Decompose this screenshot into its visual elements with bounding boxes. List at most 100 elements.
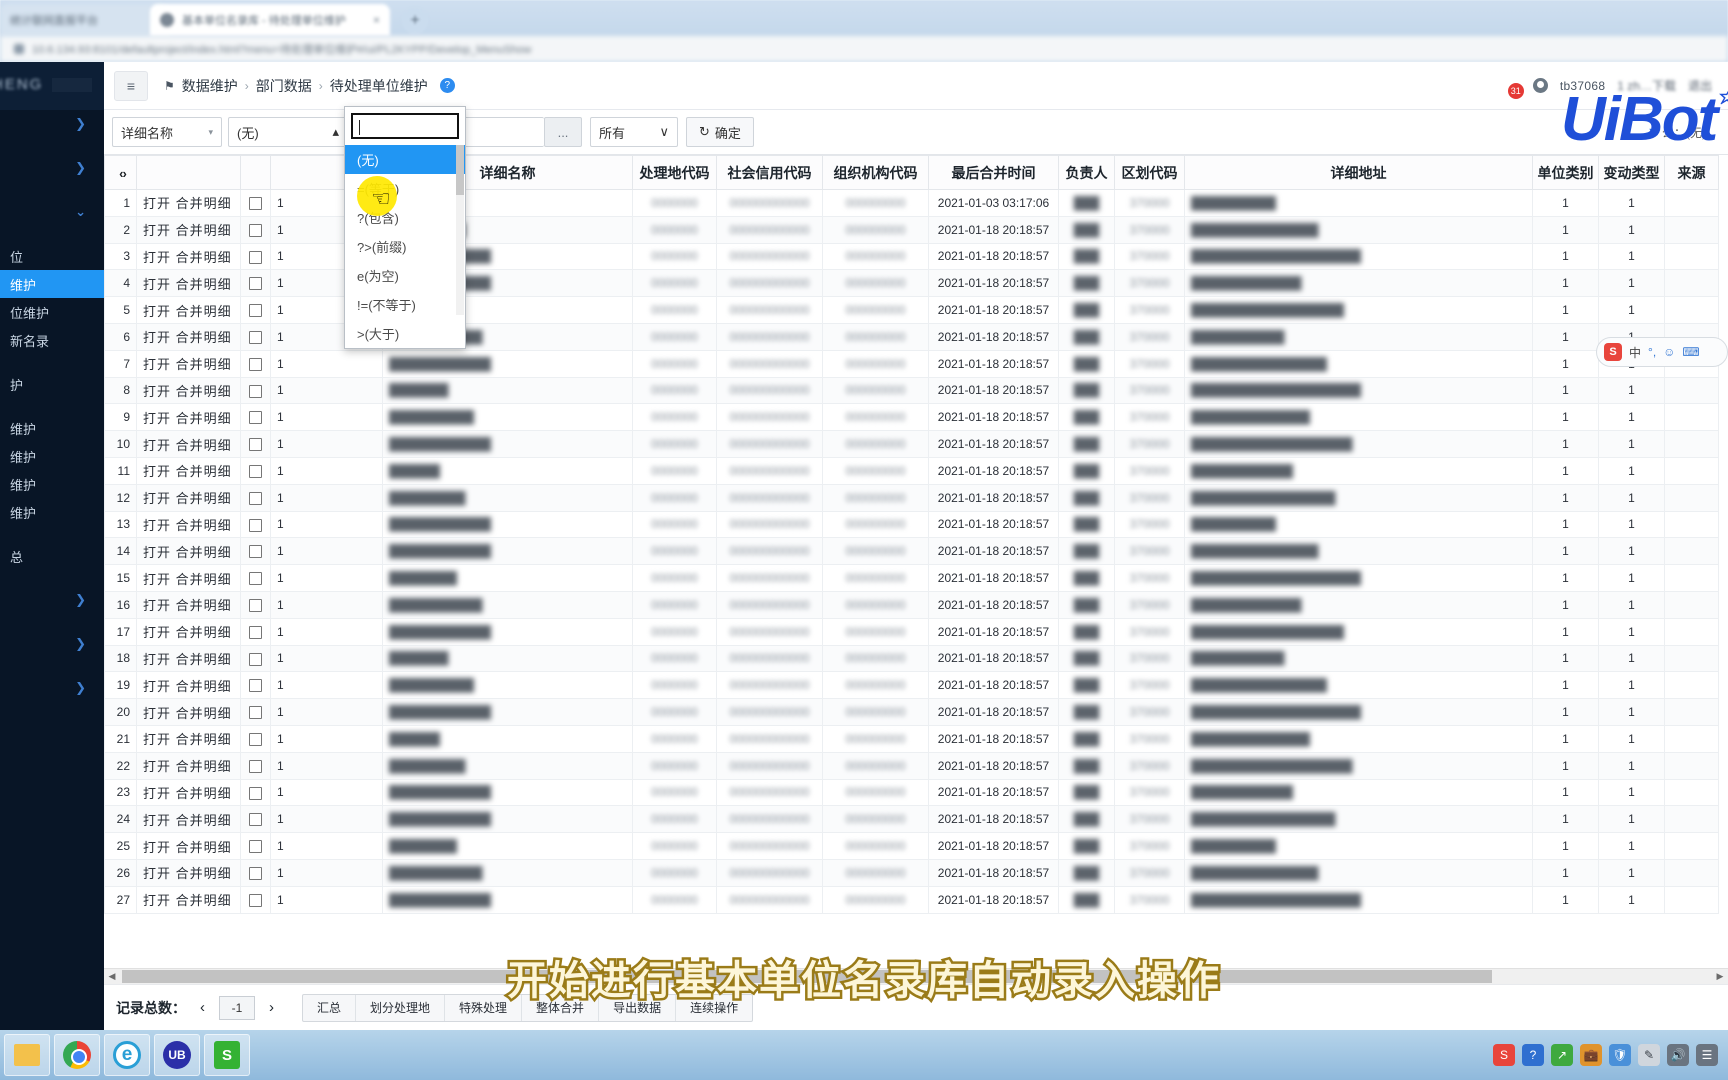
cell-checkbox[interactable] [240, 403, 271, 432]
open-link[interactable]: 打开 [143, 840, 171, 855]
tray-note-icon[interactable]: ✎ [1638, 1044, 1660, 1066]
open-link[interactable]: 打开 [143, 250, 171, 265]
open-link[interactable]: 打开 [143, 545, 171, 560]
table-row[interactable]: 22 打开 合并明细 1 █████████ 0000000 000000000000 00… [104, 751, 1719, 780]
cell-checkbox[interactable] [240, 858, 271, 887]
open-link[interactable]: 打开 [143, 866, 171, 881]
open-link[interactable]: 打开 [143, 813, 171, 828]
dropdown-option[interactable]: e(为空) [345, 261, 465, 290]
cell-checkbox[interactable] [240, 537, 271, 566]
taskbar-uibot[interactable]: UB [154, 1034, 200, 1076]
row-checkbox[interactable] [249, 465, 262, 479]
cell-checkbox[interactable] [240, 269, 271, 298]
browser-tab-2-close-icon[interactable]: × [373, 13, 380, 27]
row-checkbox[interactable] [249, 438, 262, 452]
scope-select[interactable]: 所有 ∨ [590, 117, 678, 147]
col-unit-type[interactable]: 单位类别 [1532, 155, 1599, 190]
dropdown-option[interactable]: !=(不等于) [345, 290, 465, 319]
row-checkbox[interactable] [249, 545, 262, 559]
cell-checkbox[interactable] [240, 510, 271, 539]
table-row[interactable]: 8 打开 合并明细 1 ███████ 0000000 000000000000 00000… [104, 376, 1719, 405]
sidebar-item-maintenance[interactable]: 维护 [0, 270, 104, 298]
grid-nav-arrows[interactable]: ‹› [115, 166, 127, 181]
taskbar-file-explorer[interactable] [4, 1034, 50, 1076]
sidebar-item-maint-3[interactable]: 维护 [0, 470, 104, 498]
sogou-ime-toolbar[interactable]: S 中 °, ☺ ⌨ [1596, 337, 1728, 367]
merge-detail-link[interactable]: 合并明细 [176, 652, 232, 667]
merge-detail-link[interactable]: 合并明细 [176, 706, 232, 721]
open-link[interactable]: 打开 [143, 384, 171, 399]
merge-detail-link[interactable]: 合并明细 [176, 223, 232, 238]
sidebar-item-unit[interactable]: 位 [0, 242, 104, 270]
sidebar-group-1[interactable]: ❯ [0, 110, 104, 138]
breadcrumb-item-2[interactable]: 待处理单位维护 [330, 76, 428, 96]
col-source[interactable]: 来源 [1664, 155, 1719, 190]
field-select[interactable]: 详细名称 ▾ [112, 117, 222, 147]
help-icon[interactable]: ? [439, 78, 455, 93]
cell-checkbox[interactable] [240, 564, 271, 592]
row-checkbox[interactable] [249, 759, 262, 773]
col-owner[interactable]: 负责人 [1058, 155, 1115, 190]
sidebar-item-summary[interactable]: 总 [0, 542, 104, 570]
merge-detail-link[interactable]: 合并明细 [176, 330, 232, 345]
cell-checkbox[interactable] [240, 430, 271, 458]
merge-detail-link[interactable]: 合并明细 [176, 866, 232, 881]
row-checkbox[interactable] [249, 866, 262, 880]
merge-detail-link[interactable]: 合并明细 [176, 572, 232, 587]
open-link[interactable]: 打开 [143, 277, 171, 292]
merge-detail-link[interactable]: 合并明细 [176, 411, 232, 426]
sidebar-item-maint-4[interactable]: 维护 [0, 498, 104, 526]
dropdown-filter-input[interactable] [351, 113, 459, 139]
row-checkbox[interactable] [249, 304, 262, 318]
table-row[interactable]: 23 打开 合并明细 1 ████████████ 0000000 00000000000… [104, 778, 1719, 807]
sidebar-group-3[interactable]: ⌄ [0, 198, 104, 226]
merge-detail-link[interactable]: 合并明细 [176, 518, 232, 533]
col-region-code[interactable]: 区划代码 [1114, 155, 1185, 190]
cell-checkbox[interactable] [240, 778, 271, 807]
cell-checkbox[interactable] [240, 644, 271, 673]
col-org-code[interactable]: 组织机构代码 [822, 155, 929, 190]
row-checkbox[interactable] [249, 197, 262, 211]
row-checkbox[interactable] [249, 733, 262, 746]
table-row[interactable]: 18 打开 合并明细 1 ███████ 0000000 000000000000 0000… [104, 644, 1719, 673]
cell-checkbox[interactable] [240, 805, 271, 834]
tray-sogou-icon[interactable]: S [1493, 1044, 1515, 1066]
open-link[interactable]: 打开 [143, 196, 171, 211]
open-link[interactable]: 打开 [143, 598, 171, 613]
open-link[interactable]: 打开 [143, 491, 171, 506]
merge-detail-link[interactable]: 合并明细 [176, 679, 232, 694]
row-checkbox[interactable] [249, 840, 262, 854]
breadcrumb-item-0[interactable]: 数据维护 [182, 76, 238, 96]
tray-help-icon[interactable]: ? [1522, 1044, 1544, 1066]
mail-icon[interactable]: 31 [1501, 77, 1524, 99]
cell-checkbox[interactable] [240, 751, 271, 780]
merge-detail-link[interactable]: 合并明细 [176, 464, 232, 479]
cell-checkbox[interactable] [240, 483, 271, 512]
table-row[interactable]: 17 打开 合并明细 1 ████████████ 0000000 00000000000… [104, 617, 1719, 646]
hamburger-menu-icon[interactable]: ≡ [114, 70, 148, 101]
table-row[interactable]: 24 打开 合并明细 1 ████████████ 0000000 00000000000… [104, 805, 1719, 834]
table-row[interactable]: 7 打开 合并明细 1 ████████████ 0000000 000000000000… [104, 349, 1719, 378]
table-row[interactable]: 12 打开 合并明细 1 █████████ 0000000 000000000000 00… [104, 483, 1719, 512]
cell-checkbox[interactable] [240, 456, 271, 485]
new-tab-button[interactable]: + [402, 8, 428, 34]
sogou-logo-icon[interactable]: S [1604, 343, 1622, 361]
merge-detail-link[interactable]: 合并明细 [176, 545, 232, 560]
browser-address-bar[interactable]: 10.6.134.93:8101/defaultproject/index.ht… [0, 36, 1728, 62]
cell-checkbox[interactable] [240, 322, 271, 351]
merge-detail-link[interactable]: 合并明细 [176, 732, 232, 747]
open-link[interactable]: 打开 [143, 518, 171, 533]
open-link[interactable]: 打开 [143, 411, 171, 426]
row-checkbox[interactable] [249, 625, 262, 639]
open-link[interactable]: 打开 [143, 625, 171, 640]
col-credit-code[interactable]: 社会信用代码 [716, 155, 823, 190]
operator-dropdown-menu[interactable]: (无)=(等于)?(包含)?>(前缀)e(为空)!=(不等于)>(大于) [344, 106, 466, 349]
row-checkbox[interactable] [249, 411, 262, 425]
row-checkbox[interactable] [249, 652, 262, 666]
open-link[interactable]: 打开 [143, 304, 171, 319]
merge-detail-link[interactable]: 合并明细 [176, 277, 232, 292]
sidebar-group-6[interactable]: ❯ [0, 674, 104, 702]
cell-checkbox[interactable] [240, 189, 271, 217]
row-checkbox[interactable] [249, 813, 262, 827]
open-link[interactable]: 打开 [143, 464, 171, 479]
